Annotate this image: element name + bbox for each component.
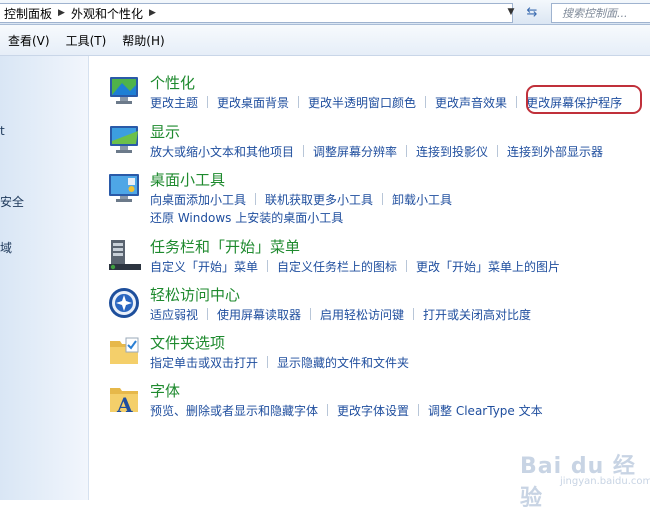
- watermark-sub: jingyan.baidu.com: [560, 476, 650, 487]
- link-font-settings[interactable]: 更改字体设置: [337, 402, 409, 419]
- link-add-gadgets[interactable]: 向桌面添加小工具: [150, 191, 246, 208]
- link-divider: [425, 96, 427, 108]
- breadcrumb-control-panel[interactable]: 控制面板: [0, 5, 56, 22]
- category-links: 向桌面添加小工具 联机获取更多小工具 卸载小工具: [150, 191, 452, 208]
- refresh-icon[interactable]: ⇆: [521, 3, 543, 21]
- link-divider: [516, 96, 518, 108]
- link-cleartype[interactable]: 调整 ClearType 文本: [428, 402, 543, 419]
- personalization-icon: [110, 77, 138, 104]
- link-high-contrast[interactable]: 打开或关闭高对比度: [423, 306, 531, 323]
- link-screen-resolution[interactable]: 调整屏幕分辨率: [313, 143, 397, 160]
- ease-of-access-icon: [109, 288, 139, 318]
- link-single-double-click[interactable]: 指定单击或双击打开: [150, 354, 258, 371]
- link-divider: [207, 96, 209, 108]
- link-customize-taskbar-icons[interactable]: 自定义任务栏上的图标: [277, 258, 397, 275]
- link-divider: [310, 308, 312, 320]
- link-customize-start-menu[interactable]: 自定义「开始」菜单: [150, 258, 258, 275]
- link-divider: [207, 308, 209, 320]
- link-show-hidden-files[interactable]: 显示隐藏的文件和文件夹: [277, 354, 409, 371]
- gadgets-icon: [109, 174, 139, 202]
- category-title[interactable]: 字体: [150, 380, 180, 401]
- link-change-theme[interactable]: 更改主题: [150, 94, 198, 111]
- menu-tools[interactable]: 工具(T): [58, 32, 115, 49]
- link-connect-projector[interactable]: 连接到投影仪: [416, 143, 488, 160]
- menu-bar: 查看(V) 工具(T) 帮助(H): [0, 25, 650, 56]
- folder-options-icon: [110, 337, 139, 364]
- address-bar: 控制面板 ▶ 外观和个性化 ▶ ▼ ⇆ 搜索控制面...: [0, 0, 650, 25]
- link-change-window-color[interactable]: 更改半透明窗口颜色: [308, 94, 416, 111]
- breadcrumb-separator-icon[interactable]: ▶: [147, 8, 158, 18]
- left-pane-item-domain[interactable]: 域: [0, 239, 12, 256]
- highlight-annotation: [526, 85, 642, 114]
- link-divider: [406, 145, 408, 157]
- breadcrumb-appearance[interactable]: 外观和个性化: [67, 5, 147, 22]
- taskbar-icon: [109, 240, 141, 270]
- link-change-start-menu-picture[interactable]: 更改「开始」菜单上的图片: [416, 258, 560, 275]
- left-pane-item[interactable]: t: [0, 124, 5, 138]
- menu-help[interactable]: 帮助(H): [114, 32, 172, 49]
- link-divider: [413, 308, 415, 320]
- chevron-down-icon[interactable]: ▼: [504, 3, 518, 21]
- left-navigation-pane: t 安全 域: [0, 56, 89, 500]
- link-divider: [298, 96, 300, 108]
- menu-view[interactable]: 查看(V): [0, 32, 58, 49]
- link-divider: [303, 145, 305, 157]
- category-title[interactable]: 桌面小工具: [150, 169, 225, 190]
- search-placeholder: 搜索控制面...: [562, 7, 628, 20]
- link-change-sound-effects[interactable]: 更改声音效果: [435, 94, 507, 111]
- link-divider: [267, 356, 269, 368]
- link-divider: [406, 260, 408, 272]
- link-restore-gadgets[interactable]: 还原 Windows 上安装的桌面小工具: [150, 209, 343, 226]
- link-preview-fonts[interactable]: 预览、删除或者显示和隐藏字体: [150, 402, 318, 419]
- link-connect-external-display[interactable]: 连接到外部显示器: [507, 143, 603, 160]
- link-divider: [255, 193, 257, 205]
- link-enable-access-keys[interactable]: 启用轻松访问键: [320, 306, 404, 323]
- link-divider: [267, 260, 269, 272]
- link-divider: [327, 404, 329, 416]
- left-pane-item-security[interactable]: 安全: [0, 193, 24, 210]
- link-get-more-gadgets[interactable]: 联机获取更多小工具: [265, 191, 373, 208]
- search-input[interactable]: 搜索控制面...: [551, 3, 650, 23]
- link-divider: [497, 145, 499, 157]
- link-divider: [418, 404, 420, 416]
- category-links: 放大或缩小文本和其他项目 调整屏幕分辨率 连接到投影仪 连接到外部显示器: [150, 143, 603, 160]
- display-icon: [110, 126, 138, 153]
- category-links: 自定义「开始」菜单 自定义任务栏上的图标 更改「开始」菜单上的图片: [150, 258, 560, 275]
- breadcrumb[interactable]: 控制面板 ▶ 外观和个性化 ▶: [0, 3, 513, 23]
- category-title[interactable]: 显示: [150, 121, 180, 142]
- category-title[interactable]: 个性化: [150, 72, 195, 93]
- svg-text:A: A: [116, 393, 133, 416]
- link-low-vision[interactable]: 适应弱视: [150, 306, 198, 323]
- category-links-row2: 还原 Windows 上安装的桌面小工具: [150, 209, 343, 226]
- link-divider: [382, 193, 384, 205]
- link-text-size[interactable]: 放大或缩小文本和其他项目: [150, 143, 294, 160]
- category-links: 适应弱视 使用屏幕读取器 启用轻松访问键 打开或关闭高对比度: [150, 306, 531, 323]
- category-title[interactable]: 轻松访问中心: [150, 284, 240, 305]
- category-title[interactable]: 文件夹选项: [150, 332, 225, 353]
- category-links: 指定单击或双击打开 显示隐藏的文件和文件夹: [150, 354, 409, 371]
- link-change-desktop-background[interactable]: 更改桌面背景: [217, 94, 289, 111]
- category-links: 预览、删除或者显示和隐藏字体 更改字体设置 调整 ClearType 文本: [150, 402, 543, 419]
- category-title[interactable]: 任务栏和「开始」菜单: [150, 236, 300, 257]
- fonts-icon: A: [110, 388, 138, 416]
- link-screen-reader[interactable]: 使用屏幕读取器: [217, 306, 301, 323]
- link-uninstall-gadget[interactable]: 卸载小工具: [392, 191, 452, 208]
- breadcrumb-separator-icon[interactable]: ▶: [56, 8, 67, 18]
